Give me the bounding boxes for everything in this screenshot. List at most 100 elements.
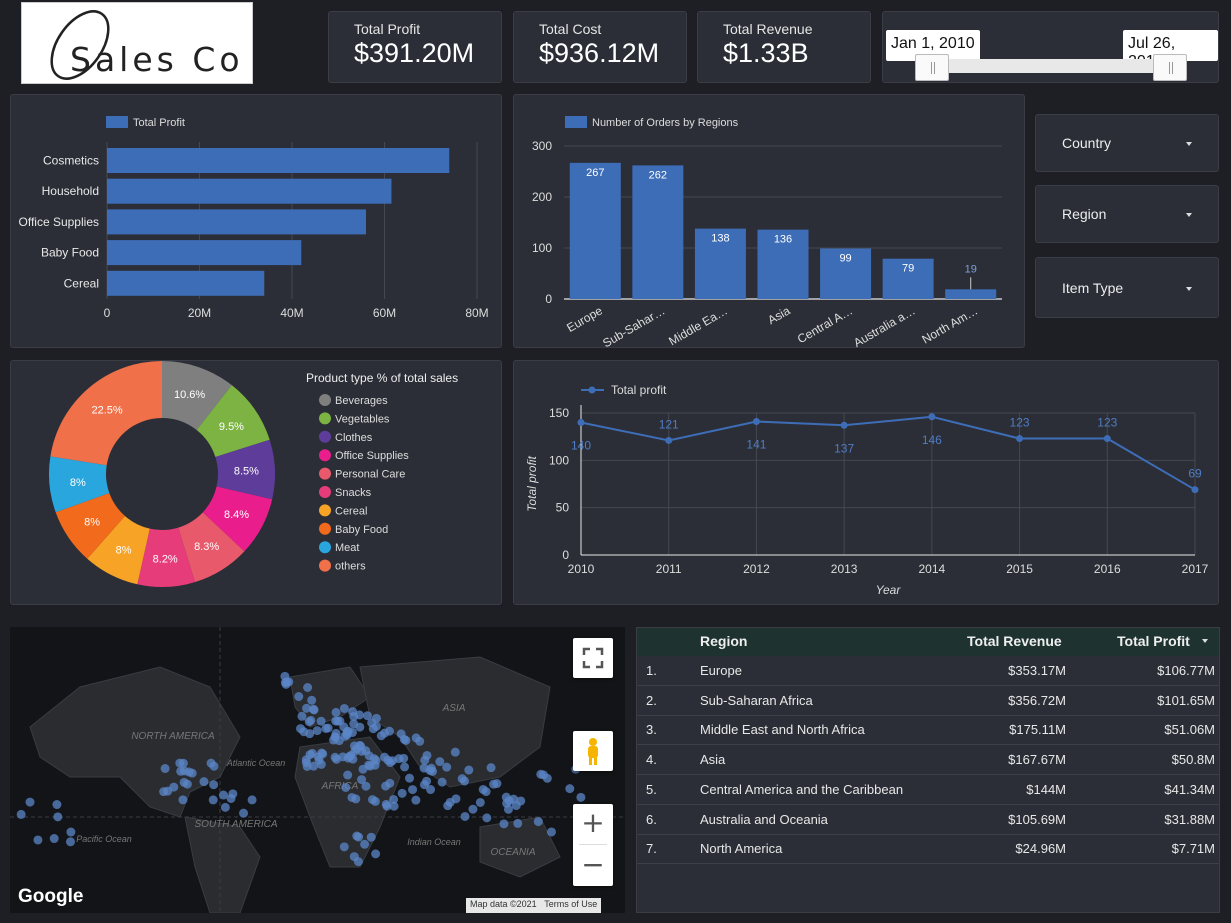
- data-label: 141: [746, 438, 766, 452]
- date-slider-start-handle[interactable]: [915, 54, 949, 81]
- category-label: Central A…: [795, 303, 855, 346]
- legend-swatch: [319, 394, 331, 406]
- table-row[interactable]: 6. Australia and Oceania $105.69M $31.88M: [637, 805, 1219, 835]
- map-marker: [368, 724, 378, 734]
- data-point: [840, 421, 848, 429]
- bar: [107, 178, 392, 204]
- legend-swatch: [319, 412, 331, 425]
- data-label: 138: [711, 233, 729, 245]
- table-row[interactable]: 2. Sub-Saharan Africa $356.72M $101.65M: [637, 686, 1219, 716]
- filter-region[interactable]: Region: [1035, 185, 1219, 243]
- table-row[interactable]: 5. Central America and the Caribbean $144M…: [637, 775, 1219, 805]
- map-marker: [482, 813, 492, 823]
- table-row[interactable]: 1. Europe $353.17M $106.77M: [637, 656, 1219, 686]
- cell-profit: $106.77M: [1157, 663, 1215, 678]
- fullscreen-button[interactable]: [573, 638, 613, 678]
- map-marker: [565, 784, 575, 794]
- table-row[interactable]: 7. North America $24.96M $7.71M: [637, 834, 1219, 865]
- map-marker: [297, 711, 307, 721]
- tick-label: 0: [104, 306, 111, 320]
- cell-revenue: $144M: [1026, 781, 1066, 797]
- legend-label: Clothes: [335, 432, 373, 444]
- zoom-in-button[interactable]: +: [573, 804, 613, 844]
- cell-region: Europe: [700, 663, 742, 678]
- map-marker: [451, 794, 461, 804]
- map-marker: [464, 765, 474, 775]
- cell-region: North America: [700, 841, 783, 857]
- column-header-revenue[interactable]: Total Revenue: [967, 633, 1062, 649]
- map-marker: [371, 755, 381, 765]
- map-marker: [178, 795, 188, 805]
- tick-label: 50: [556, 501, 570, 515]
- bar: [107, 240, 302, 266]
- date-slider-end-handle[interactable]: [1153, 54, 1187, 81]
- map-marker: [394, 754, 404, 764]
- cell-revenue: $175.11M: [1009, 722, 1066, 738]
- data-point: [665, 436, 673, 444]
- map-marker: [206, 758, 216, 768]
- map-marker: [208, 795, 218, 805]
- map-marker: [385, 778, 395, 788]
- tick-label: 300: [532, 139, 552, 153]
- legend-swatch: [319, 504, 331, 517]
- map-marker: [16, 809, 26, 819]
- map-marker: [66, 827, 76, 837]
- cell-profit: $51.06M: [1164, 722, 1215, 738]
- data-label: 267: [586, 167, 604, 179]
- filter-label: Country: [1062, 135, 1112, 151]
- map-marker: [360, 839, 370, 849]
- sort-down-icon[interactable]: [1202, 639, 1208, 643]
- map-marker: [576, 792, 586, 802]
- map-marker: [475, 797, 485, 807]
- map-marker: [385, 758, 395, 768]
- map-marker: [405, 773, 415, 783]
- filter-item-type[interactable]: Item Type: [1035, 257, 1219, 318]
- map-label: SOUTH AMERICA: [195, 819, 278, 830]
- map-marker: [408, 785, 418, 795]
- cell-revenue: $105.69M: [1008, 811, 1066, 827]
- category-label: Cosmetics: [43, 154, 99, 168]
- table-row[interactable]: 3. Middle East and North Africa $175.11M $5…: [637, 715, 1219, 746]
- data-point: [752, 418, 760, 426]
- map-marker: [533, 817, 543, 827]
- map-marker: [401, 735, 411, 745]
- legend-label: Vegetables: [335, 413, 390, 425]
- tick-label: 2010: [568, 562, 595, 576]
- map-marker: [52, 800, 62, 810]
- orders-by-region-svg: Number of Orders by Regions 0 100 200 300 267…: [532, 116, 1002, 350]
- data-point: [577, 418, 585, 426]
- legend-label: Total profit: [611, 383, 667, 397]
- slice-label: 8%: [84, 516, 100, 528]
- map-marker: [426, 785, 436, 795]
- slice-label: 8.5%: [234, 466, 259, 478]
- legend-swatch: [319, 522, 331, 535]
- kpi-label: Total Profit: [354, 21, 421, 37]
- data-label: 69: [1188, 467, 1202, 481]
- date-slider-track[interactable]: [928, 59, 1184, 73]
- map-marker: [199, 777, 209, 787]
- slice-label: 22.5%: [92, 405, 123, 417]
- zoom-out-button[interactable]: −: [573, 846, 613, 886]
- data-point: [1103, 435, 1111, 443]
- data-label: 123: [1010, 416, 1030, 430]
- legend-swatch: [319, 430, 331, 443]
- tick-label: 2015: [1006, 562, 1033, 576]
- map-marker: [503, 804, 513, 814]
- world-map[interactable]: NORTH AMERICA SOUTH AMERICA ASIA AFRICA OCEA…: [10, 627, 625, 913]
- row-index: 5.: [646, 781, 657, 797]
- street-view-button[interactable]: [573, 731, 613, 771]
- map-marker: [501, 792, 511, 802]
- pegman-icon: [588, 738, 598, 765]
- terms-link[interactable]: Terms of Use: [544, 899, 597, 909]
- world-map-svg: NORTH AMERICA SOUTH AMERICA ASIA AFRICA OCEA…: [10, 627, 625, 913]
- cell-region: Central America and the Caribbean: [700, 781, 904, 797]
- tick-label: 0: [545, 292, 552, 306]
- map-label: OCEANIA: [490, 847, 535, 858]
- x-axis-title: Year: [876, 583, 902, 597]
- column-header-profit[interactable]: Total Profit: [1117, 633, 1190, 649]
- filter-country[interactable]: Country: [1035, 114, 1219, 172]
- column-header-region[interactable]: Region: [700, 633, 747, 649]
- table-row[interactable]: 4. Asia $167.67M $50.8M: [637, 745, 1219, 776]
- profit-by-item-chart: Total Profit 0 20M 40M 60M 80M Cosmetics Househ…: [10, 94, 502, 348]
- kpi-label: Total Cost: [539, 21, 602, 37]
